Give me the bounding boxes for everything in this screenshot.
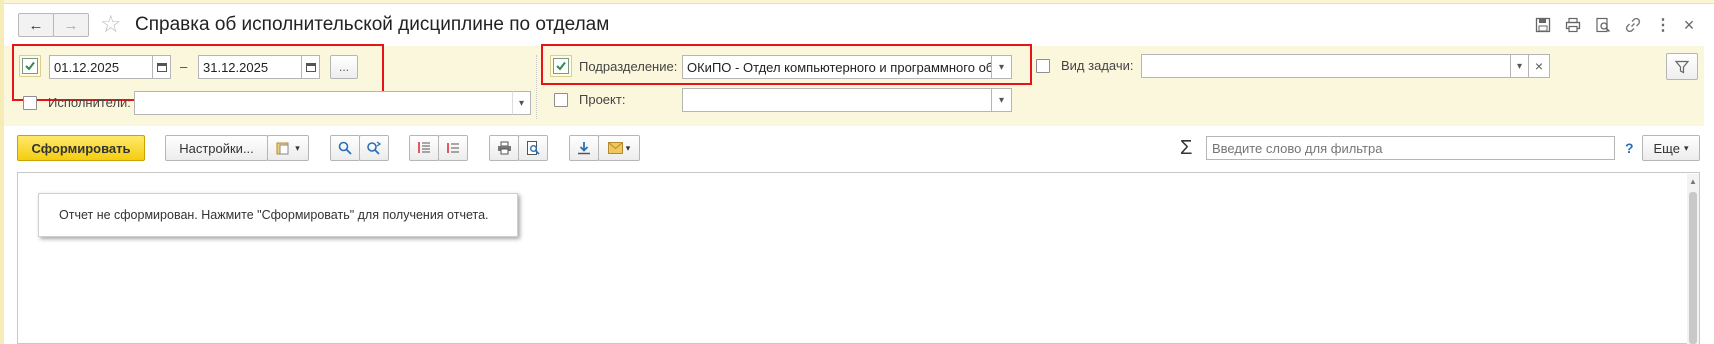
sigma-icon[interactable]: Σ bbox=[1180, 135, 1192, 161]
more-icon[interactable]: ⋮ bbox=[1652, 14, 1674, 36]
save-report-button[interactable] bbox=[569, 135, 599, 161]
task-type-clear-button[interactable]: × bbox=[1528, 54, 1550, 78]
search-filter-input[interactable] bbox=[1206, 136, 1615, 160]
search-next-icon bbox=[367, 141, 382, 155]
dropdown-arrow-icon: ▾ bbox=[625, 142, 631, 153]
envelope-icon bbox=[607, 142, 623, 154]
report-variants-icon bbox=[276, 142, 289, 155]
arrow-right-icon: → bbox=[63, 16, 79, 34]
filter-funnel-icon bbox=[1675, 60, 1689, 73]
preview-icon bbox=[527, 141, 540, 155]
executors-label: Исполнители: bbox=[48, 95, 131, 110]
print-report-button[interactable] bbox=[489, 135, 519, 161]
expand-groups-button[interactable] bbox=[409, 135, 439, 161]
arrow-left-icon: ← bbox=[28, 16, 44, 34]
generate-button[interactable]: Сформировать bbox=[17, 135, 145, 161]
dropdown-arrow-icon: ▾ bbox=[1516, 60, 1523, 72]
print-preview-button[interactable] bbox=[518, 135, 548, 161]
close-icon[interactable]: × bbox=[1678, 14, 1700, 36]
print-icon[interactable] bbox=[1562, 14, 1584, 36]
help-button[interactable]: ? bbox=[1625, 135, 1634, 161]
page-title: Справка об исполнительской дисциплине по… bbox=[135, 14, 610, 35]
search-icon bbox=[338, 141, 352, 155]
project-dropdown-button[interactable]: ▾ bbox=[991, 88, 1012, 112]
report-not-generated-message: Отчет не сформирован. Нажмите "Сформиров… bbox=[38, 193, 518, 237]
project-label: Проект: bbox=[579, 92, 626, 107]
scroll-up-arrow-icon[interactable]: ▲ bbox=[1689, 177, 1697, 186]
dropdown-arrow-icon: ▾ bbox=[998, 94, 1005, 106]
collapse-groups-button[interactable] bbox=[438, 135, 468, 161]
department-highlight-box bbox=[541, 44, 1032, 85]
dropdown-arrow-icon: ▾ bbox=[1683, 142, 1689, 153]
download-icon bbox=[578, 142, 590, 155]
find-button[interactable] bbox=[330, 135, 360, 161]
dropdown-arrow-icon: ▾ bbox=[295, 142, 300, 153]
project-field[interactable] bbox=[682, 88, 992, 112]
filter-settings-button[interactable] bbox=[1666, 53, 1698, 80]
report-scrollbar-thumb[interactable] bbox=[1689, 192, 1697, 344]
favorite-star-icon[interactable]: ☆ bbox=[100, 12, 122, 38]
link-icon[interactable] bbox=[1622, 14, 1644, 36]
more-menu-label: Еще bbox=[1653, 140, 1680, 156]
back-button[interactable]: ← bbox=[18, 13, 54, 37]
task-type-checkbox[interactable] bbox=[1036, 59, 1050, 73]
expand-icon bbox=[418, 142, 430, 153]
preview-icon[interactable] bbox=[1592, 14, 1614, 36]
filter-divider bbox=[536, 55, 537, 119]
save-icon[interactable] bbox=[1532, 14, 1554, 36]
executors-field[interactable] bbox=[134, 91, 513, 115]
more-menu-button[interactable]: Еще ▾ bbox=[1642, 135, 1700, 161]
task-type-dropdown-button[interactable]: ▾ bbox=[1510, 54, 1529, 78]
executors-dropdown-button[interactable]: ▾ bbox=[512, 91, 531, 115]
task-type-label: Вид задачи: bbox=[1061, 58, 1134, 73]
settings-button[interactable]: Настройки... bbox=[165, 135, 268, 161]
variants-button[interactable]: ▾ bbox=[267, 135, 309, 161]
project-checkbox[interactable] bbox=[554, 93, 568, 107]
send-email-button[interactable]: ▾ bbox=[598, 135, 640, 161]
print-icon bbox=[497, 141, 511, 155]
task-type-field[interactable] bbox=[1141, 54, 1511, 78]
dropdown-arrow-icon: ▾ bbox=[518, 97, 525, 109]
find-next-button[interactable] bbox=[359, 135, 389, 161]
executors-checkbox[interactable] bbox=[23, 96, 37, 110]
forward-button[interactable]: → bbox=[53, 13, 89, 37]
collapse-icon bbox=[447, 143, 459, 153]
